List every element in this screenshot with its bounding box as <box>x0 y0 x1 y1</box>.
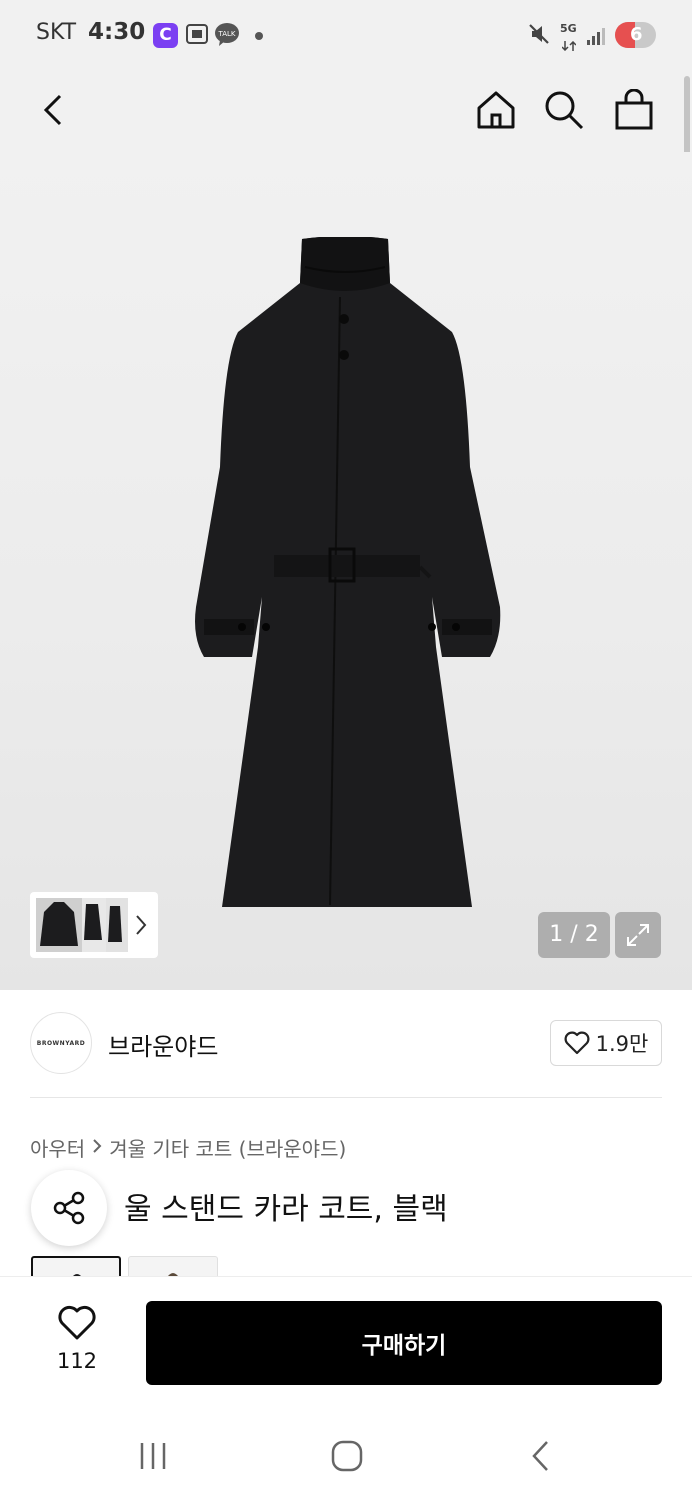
expand-icon <box>627 924 649 946</box>
product-page: SKT 4:30 C TALK 5G 6 1 / 2 BROWNYARD 브라운… <box>0 0 692 1500</box>
cart-button[interactable] <box>610 86 658 134</box>
product-title: 울 스탠드 카라 코트, 블랙 <box>124 1192 448 1227</box>
notification-dot <box>255 32 263 40</box>
shopping-bag-icon <box>615 89 653 130</box>
search-icon <box>545 91 584 130</box>
purchase-bar: 112 구매하기 <box>0 1276 692 1408</box>
thumbnail-3[interactable] <box>106 898 128 952</box>
battery-indicator: 6 <box>615 22 656 48</box>
brand-like-count: 1.9만 <box>595 1032 649 1056</box>
chevron-right-icon[interactable] <box>134 913 148 941</box>
data-arrows-icon <box>561 36 577 55</box>
back-button[interactable] <box>30 86 78 134</box>
home-button[interactable] <box>472 86 520 134</box>
talk-icon: TALK <box>214 22 240 52</box>
back-icon <box>532 1441 548 1471</box>
product-image-gallery[interactable]: 1 / 2 <box>0 152 692 990</box>
breadcrumb-item-outer[interactable]: 아우터 <box>30 1133 85 1162</box>
brand-logo[interactable]: BROWNYARD <box>30 1012 92 1074</box>
home-button-icon <box>331 1440 363 1472</box>
thumbnail-1[interactable] <box>36 898 82 952</box>
heart-icon <box>564 1031 590 1055</box>
system-back-button[interactable] <box>516 1436 566 1476</box>
coat-product-image <box>195 237 501 907</box>
breadcrumb: 아우터 겨울 기타 코트 (브라운야드) <box>30 1133 346 1162</box>
brand-like-button[interactable]: 1.9만 <box>550 1020 662 1066</box>
wishlist-count: 112 <box>56 1349 98 1373</box>
expand-image-button[interactable] <box>615 912 661 958</box>
thumbnail-strip[interactable] <box>30 892 158 958</box>
app-notification-icon: C <box>153 23 178 48</box>
network-type-label: 5G <box>560 22 577 35</box>
brand-row[interactable]: BROWNYARD 브라운야드 1.9만 <box>30 1010 662 1076</box>
thumbnail-coat-image <box>40 902 78 946</box>
divider <box>30 1097 662 1098</box>
battery-level: 6 <box>630 24 643 45</box>
svg-text:TALK: TALK <box>217 30 235 38</box>
signal-icon <box>586 26 606 50</box>
scroll-indicator[interactable] <box>684 76 690 162</box>
thumbnail-2[interactable] <box>82 898 106 952</box>
search-button[interactable] <box>540 86 588 134</box>
screenshot-icon <box>185 22 209 50</box>
status-bar: SKT 4:30 C TALK 5G 6 <box>0 0 692 72</box>
thumbnail-coat-image <box>84 904 102 940</box>
share-icon <box>53 1191 85 1225</box>
carrier-label: SKT <box>36 20 77 45</box>
system-nav-bar <box>0 1408 692 1500</box>
thumbnail-coat-image <box>108 906 122 942</box>
clock: 4:30 <box>88 19 146 45</box>
share-button[interactable] <box>31 1170 107 1246</box>
recent-apps-icon <box>140 1443 166 1469</box>
brand-name[interactable]: 브라운야드 <box>108 1027 218 1062</box>
image-counter: 1 / 2 <box>538 912 610 958</box>
mute-icon <box>528 22 550 50</box>
system-home-button[interactable] <box>322 1436 372 1476</box>
wishlist-button[interactable]: 112 <box>40 1305 114 1373</box>
breadcrumb-item-category[interactable]: 겨울 기타 코트 (브라운야드) <box>109 1133 346 1162</box>
chevron-left-icon <box>43 94 62 126</box>
recent-apps-button[interactable] <box>128 1436 178 1476</box>
buy-button[interactable]: 구매하기 <box>146 1301 662 1385</box>
home-icon <box>477 91 515 129</box>
heart-icon <box>58 1305 96 1340</box>
top-nav <box>0 72 692 152</box>
breadcrumb-chevron-icon <box>91 1136 103 1160</box>
